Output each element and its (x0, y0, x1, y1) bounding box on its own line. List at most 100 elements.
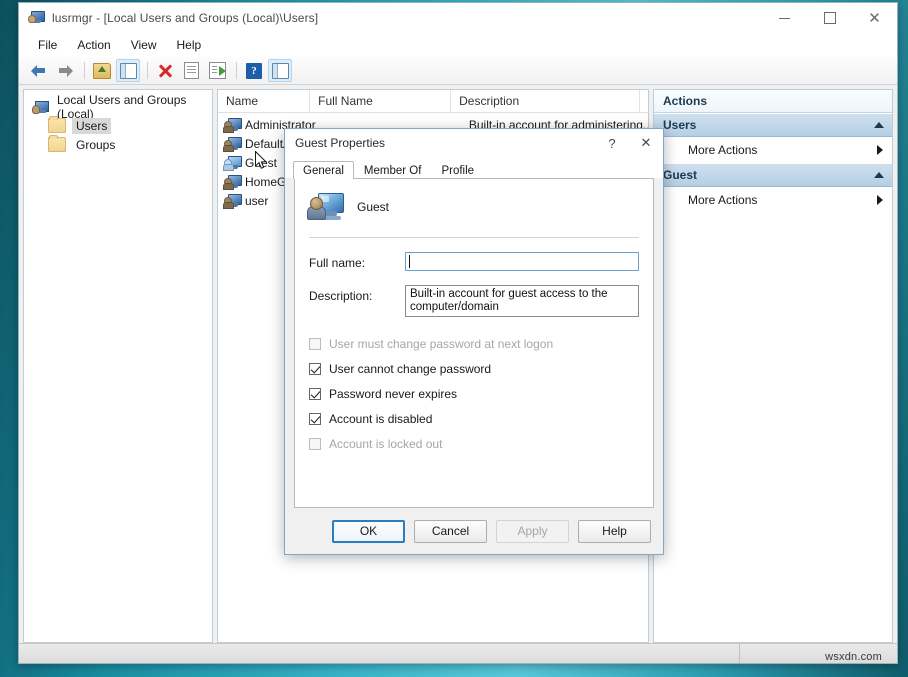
divider (309, 237, 639, 238)
chevron-up-icon[interactable] (874, 122, 884, 128)
actions-group-guest-label: Guest (663, 168, 697, 182)
actions-group-guest[interactable]: Guest (654, 163, 892, 187)
tree-item-local-users-and-groups[interactable]: Local Users and Groups (Local) (30, 97, 208, 116)
actions-group-users[interactable]: Users (654, 113, 892, 137)
menu-item-action[interactable]: Action (68, 35, 119, 55)
dialog-title-bar: Guest Properties ? ✕ (285, 129, 663, 157)
checkbox-label: Account is locked out (329, 437, 442, 451)
dialog-tabs: General Member Of Profile (285, 157, 663, 178)
user-account-icon (224, 118, 241, 132)
chevron-right-icon (877, 195, 883, 205)
checkbox-account-disabled[interactable] (309, 413, 321, 425)
tree-item-groups-label: Groups (72, 137, 119, 153)
apply-button: Apply (496, 520, 569, 543)
full-name-field-row: Full name: (295, 252, 653, 271)
checkbox-label: User must change password at next logon (329, 337, 553, 351)
actions-pane: Actions Users More Actions Guest More Ac… (653, 89, 893, 643)
window-controls: ✕ (762, 3, 897, 33)
checkbox-account-locked-out[interactable] (309, 438, 321, 450)
account-name: Guest (357, 200, 389, 214)
dialog-close-button[interactable]: ✕ (629, 129, 663, 157)
description-input[interactable]: Built-in account for guest access to the… (405, 285, 639, 317)
checkbox-must-change-password[interactable] (309, 338, 321, 350)
guest-properties-dialog: Guest Properties ? ✕ General Member Of P… (284, 128, 664, 555)
menu-item-file[interactable]: File (29, 35, 66, 55)
menu-bar: File Action View Help (19, 33, 897, 57)
delete-icon[interactable] (153, 59, 177, 82)
folder-icon (48, 118, 66, 133)
checkbox-row-cannot-change-password[interactable]: User cannot change password (295, 362, 653, 376)
computer-icon (32, 100, 48, 114)
dialog-help-button[interactable]: ? (595, 129, 629, 157)
tab-profile[interactable]: Profile (431, 161, 484, 179)
toolbar-separator (84, 62, 85, 79)
menu-item-view[interactable]: View (122, 35, 166, 55)
folder-icon (48, 137, 66, 152)
chevron-right-icon (877, 145, 883, 155)
status-bar (19, 643, 897, 663)
text-caret (409, 255, 410, 268)
menu-item-help[interactable]: Help (168, 35, 211, 55)
console-tree-pane: Local Users and Groups (Local) Users Gro… (23, 89, 213, 643)
action-more-actions-guest[interactable]: More Actions (654, 187, 892, 213)
dialog-title: Guest Properties (295, 136, 385, 150)
actions-group-users-label: Users (663, 118, 696, 132)
checkbox-password-never-expires[interactable] (309, 388, 321, 400)
toolbar-separator (147, 62, 148, 79)
checkbox-row-account-locked-out[interactable]: Account is locked out (295, 437, 653, 451)
checkbox-label: Password never expires (329, 387, 457, 401)
checkbox-row-must-change-password[interactable]: User must change password at next logon (295, 337, 653, 351)
console-tree: Local Users and Groups (Local) Users Gro… (24, 90, 212, 154)
column-header-description[interactable]: Description (451, 90, 640, 112)
checkbox-row-account-disabled[interactable]: Account is disabled (295, 412, 653, 426)
help-icon[interactable]: ? (242, 59, 266, 82)
description-label: Description: (309, 285, 405, 303)
mmc-console-icon (28, 10, 44, 26)
column-header-name[interactable]: Name (218, 90, 310, 112)
minimize-button[interactable] (762, 3, 807, 33)
full-name-label: Full name: (309, 252, 405, 270)
show-action-pane-icon[interactable] (268, 59, 292, 82)
window-title: lusrmgr - [Local Users and Groups (Local… (52, 11, 318, 25)
help-button[interactable]: Help (578, 520, 651, 543)
action-more-actions-users[interactable]: More Actions (654, 137, 892, 163)
checkbox-label: Account is disabled (329, 412, 432, 426)
lusrmgr-window: lusrmgr - [Local Users and Groups (Local… (18, 2, 898, 664)
user-account-icon (224, 194, 241, 208)
user-account-icon (224, 137, 241, 151)
maximize-button[interactable] (807, 3, 852, 33)
action-label: More Actions (688, 143, 757, 157)
status-bar-divider (739, 644, 740, 663)
column-header-full-name[interactable]: Full Name (310, 90, 451, 112)
list-column-headers: Name Full Name Description (218, 90, 648, 113)
export-list-icon[interactable] (205, 59, 229, 82)
close-button[interactable]: ✕ (852, 3, 897, 33)
site-watermark: wsxdn.com (825, 651, 882, 663)
dialog-general-panel: Guest Full name: Description: Built-in a… (294, 178, 654, 508)
toolbar-separator (236, 62, 237, 79)
up-one-level-icon[interactable] (90, 59, 114, 82)
dialog-window-controls: ? ✕ (595, 129, 663, 157)
tab-member-of[interactable]: Member Of (354, 161, 432, 179)
dialog-footer: OK Cancel Apply Help (285, 508, 663, 554)
action-label: More Actions (688, 193, 757, 207)
show-hide-console-tree-icon[interactable] (116, 59, 140, 82)
cancel-button[interactable]: Cancel (414, 520, 487, 543)
ok-button[interactable]: OK (332, 520, 405, 543)
user-account-icon (309, 191, 343, 223)
forward-icon[interactable] (53, 59, 77, 82)
chevron-up-icon[interactable] (874, 172, 884, 178)
tab-general[interactable]: General (293, 161, 354, 179)
toolbar: ? (19, 57, 897, 85)
account-header: Guest (295, 179, 653, 223)
checkbox-cannot-change-password[interactable] (309, 363, 321, 375)
title-bar: lusrmgr - [Local Users and Groups (Local… (19, 3, 897, 33)
full-name-input[interactable] (405, 252, 639, 271)
properties-icon[interactable] (179, 59, 203, 82)
user-account-icon (224, 175, 241, 189)
back-icon[interactable] (27, 59, 51, 82)
description-field-row: Description: Built-in account for guest … (295, 285, 653, 317)
actions-pane-title: Actions (654, 90, 892, 113)
tree-item-groups[interactable]: Groups (46, 135, 208, 154)
checkbox-row-password-never-expires[interactable]: Password never expires (295, 387, 653, 401)
